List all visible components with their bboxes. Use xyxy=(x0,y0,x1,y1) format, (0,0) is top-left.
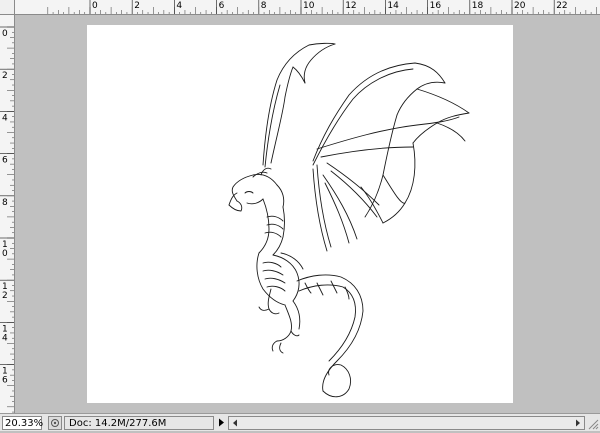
ruler-label: 10 xyxy=(303,1,315,11)
ruler-label: 6 xyxy=(2,156,8,166)
status-info-button[interactable] xyxy=(48,415,62,430)
horizontal-ruler-ticks: 0 2 4 6 8 10 12 14 16 18 20 22 xyxy=(47,0,597,14)
dragon-sketch-image xyxy=(228,42,470,398)
ruler-label: 2 xyxy=(134,1,140,11)
vertical-ruler[interactable]: 0246810121416 xyxy=(0,15,15,413)
document-size-info: Doc: 14.2M/277.6M xyxy=(64,415,214,430)
ruler-label: 4 xyxy=(176,1,182,11)
scroll-left-icon[interactable] xyxy=(229,417,241,429)
ruler-label: 6 xyxy=(219,1,225,11)
workspace-canvas[interactable] xyxy=(15,15,600,413)
resize-grip-icon[interactable] xyxy=(585,416,599,430)
ruler-label: 0 xyxy=(92,1,98,11)
ruler-label: 8 xyxy=(261,1,267,11)
ruler-label: 8 xyxy=(2,198,8,208)
ruler-origin-corner[interactable] xyxy=(0,0,15,15)
ruler-label: 18 xyxy=(472,1,484,11)
ruler-label: 2 xyxy=(2,71,8,81)
ruler-label: 14 xyxy=(387,1,399,11)
ruler-label: 20 xyxy=(514,1,526,11)
ruler-label: 6 xyxy=(2,376,8,386)
ruler-label: 2 xyxy=(2,291,8,301)
scroll-right-icon[interactable] xyxy=(572,417,584,429)
ruler-label: 4 xyxy=(2,333,8,343)
horizontal-ruler[interactable]: 0 2 4 6 8 10 12 14 16 18 20 22 xyxy=(15,0,600,15)
document-status-icon xyxy=(51,418,59,427)
ruler-label: 12 xyxy=(345,1,356,11)
zoom-level-field[interactable]: 20.33% xyxy=(2,415,43,430)
ruler-label: 16 xyxy=(430,1,442,11)
status-bar: 20.33% Doc: 14.2M/277.6M xyxy=(0,413,600,431)
horizontal-scrollbar[interactable] xyxy=(228,415,585,430)
ruler-label: 0 xyxy=(2,249,8,259)
vertical-ruler-ticks: 0246810121416 xyxy=(0,26,14,413)
status-menu-arrow-icon[interactable] xyxy=(216,416,226,430)
ruler-label: 22 xyxy=(556,1,567,11)
ruler-label: 4 xyxy=(2,113,8,123)
document-canvas[interactable] xyxy=(87,25,513,403)
ruler-label: 0 xyxy=(2,29,8,39)
